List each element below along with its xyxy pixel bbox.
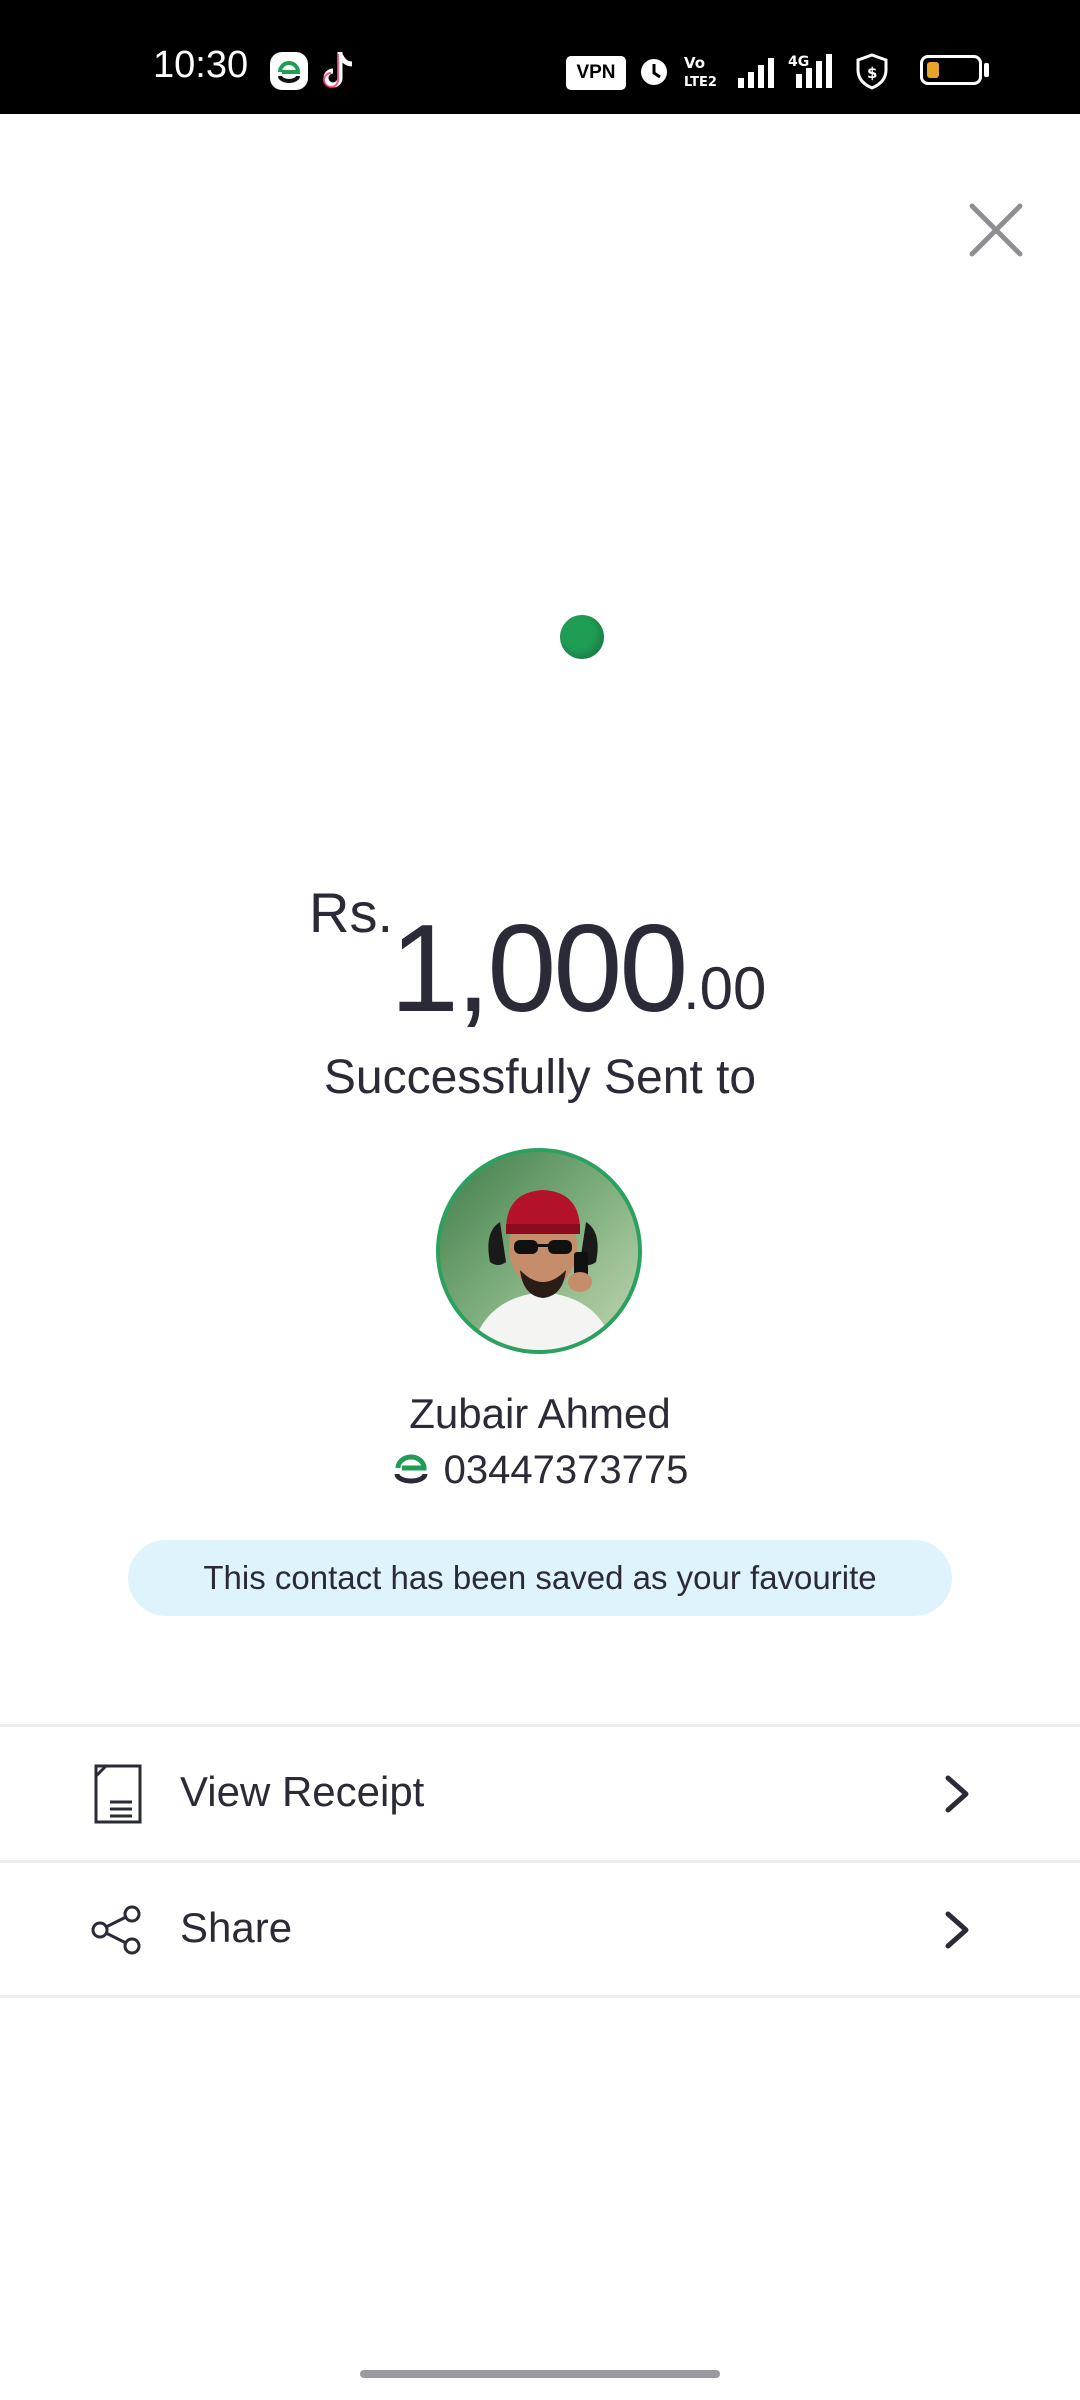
svg-text:$: $	[867, 64, 877, 82]
receipt-icon	[94, 1764, 142, 1824]
shield-dollar-icon: $	[856, 53, 888, 90]
vpn-icon: VPN	[566, 56, 626, 90]
chevron-right-icon	[945, 1911, 969, 1949]
volte-icon: Vo LTE2	[684, 54, 717, 90]
divider	[0, 1860, 1080, 1863]
amount-display: Rs. 1,000 .00	[0, 860, 1080, 1040]
share-row[interactable]: Share	[0, 1864, 1080, 1996]
status-time: 10:30	[153, 44, 249, 86]
svg-text:LTE2: LTE2	[684, 75, 717, 90]
battery-icon	[920, 55, 982, 85]
recipient-avatar	[436, 1148, 642, 1354]
close-button[interactable]	[966, 200, 1026, 260]
recipient-name: Zubair Ahmed	[409, 1390, 671, 1437]
share-label: Share	[180, 1904, 293, 1951]
currency-label: Rs.	[309, 881, 393, 944]
battery-tip	[984, 63, 989, 77]
divider	[0, 1995, 1080, 1998]
tiktok-icon	[322, 50, 356, 92]
recipient-phone-row: 03447373775	[0, 1448, 1080, 1493]
success-indicator-dot	[560, 615, 604, 659]
alarm-icon	[641, 59, 667, 85]
home-indicator[interactable]	[360, 2370, 720, 2378]
status-bar: 10:30 VPN Vo LTE2 4G $	[0, 0, 1080, 114]
recipient-phone: 03447373775	[443, 1448, 689, 1492]
svg-text:4G: 4G	[788, 54, 809, 70]
divider	[0, 1724, 1080, 1727]
chevron-right-icon	[945, 1775, 969, 1813]
status-text: Successfully Sent to	[323, 1051, 757, 1104]
favourite-notice: This contact has been saved as your favo…	[128, 1540, 952, 1616]
signal-icon	[738, 58, 774, 88]
amount-decimal: .00	[683, 955, 767, 1022]
share-icon	[91, 1905, 141, 1955]
easypaisa-logo-icon	[392, 1450, 430, 1486]
easypaisa-app-icon	[270, 52, 308, 90]
view-receipt-row[interactable]: View Receipt	[0, 1728, 1080, 1860]
4g-signal-icon: 4G	[788, 54, 832, 88]
status-icons: Vo LTE2 4G $	[641, 53, 888, 90]
close-icon	[969, 203, 1023, 257]
amount-whole: 1,000	[390, 900, 688, 1038]
view-receipt-label: View Receipt	[180, 1768, 425, 1815]
svg-text:Vo: Vo	[684, 54, 705, 72]
